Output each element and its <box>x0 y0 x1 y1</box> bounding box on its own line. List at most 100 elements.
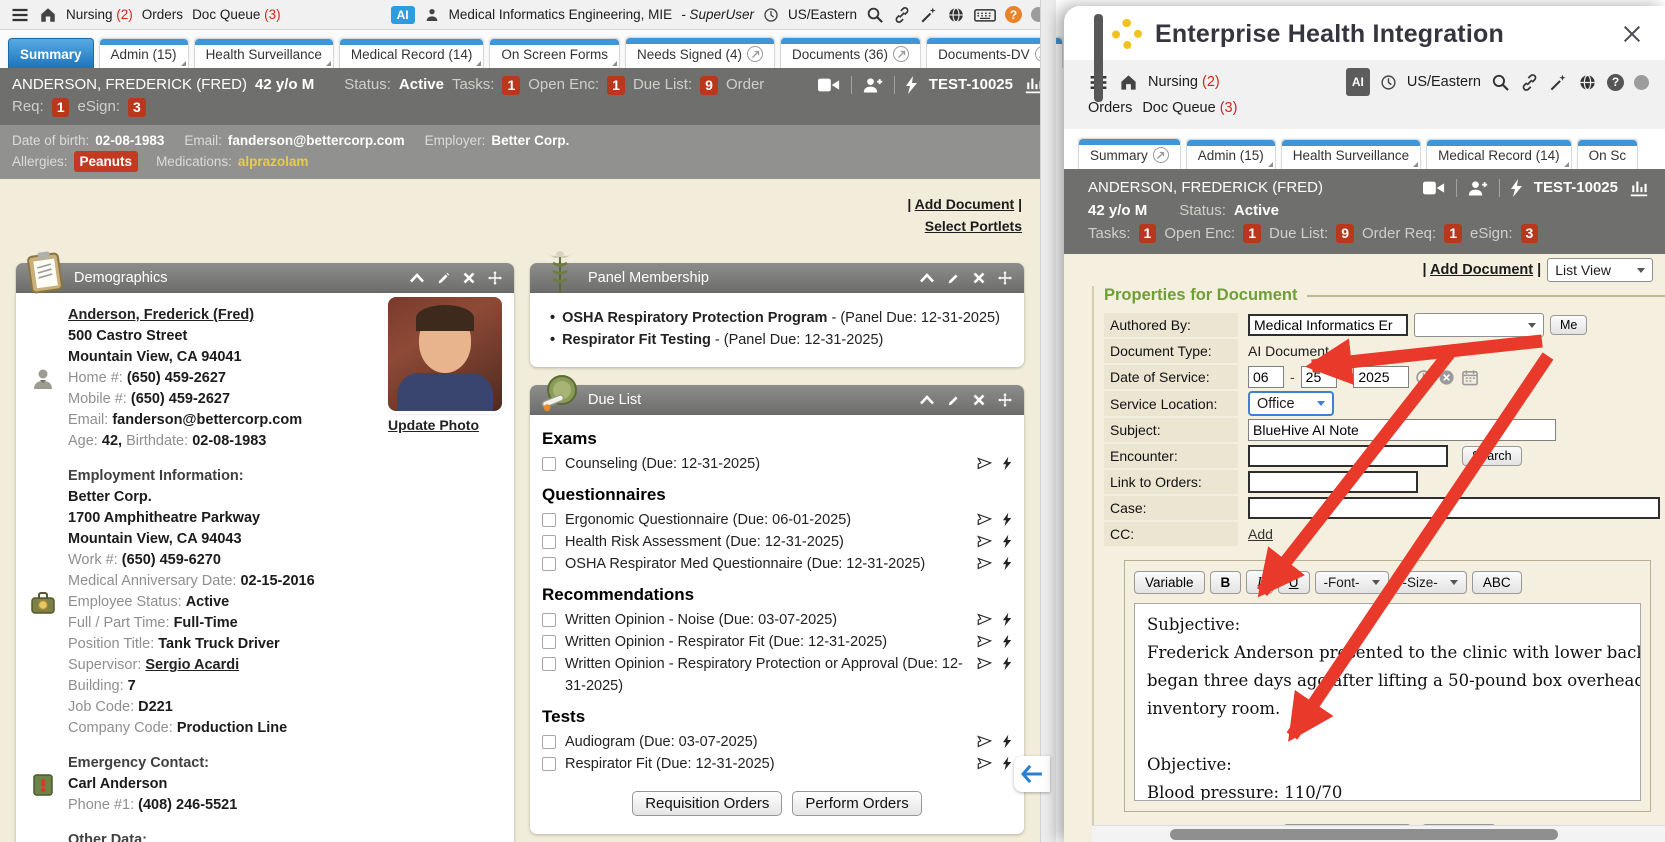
patient-record-id[interactable]: TEST-10025 <box>1534 176 1618 199</box>
collapse-icon[interactable] <box>920 273 934 283</box>
left-pane-scrollbar[interactable] <box>1040 0 1056 842</box>
perform-bolt-icon[interactable] <box>1003 456 1012 471</box>
edit-pencil-icon[interactable] <box>437 272 450 285</box>
case-input[interactable] <box>1248 497 1660 519</box>
due-checkbox[interactable] <box>542 635 556 649</box>
close-panel-icon[interactable] <box>1621 23 1643 45</box>
add-person-icon[interactable] <box>863 76 883 94</box>
edit-pencil-icon[interactable] <box>947 272 960 285</box>
tab-admin[interactable]: Admin (15) <box>99 38 189 68</box>
lightning-icon[interactable] <box>906 76 918 94</box>
send-plane-icon[interactable] <box>977 656 992 671</box>
send-plane-icon[interactable] <box>977 756 992 771</box>
popout-icon[interactable] <box>893 46 909 62</box>
esign-badge[interactable]: 3 <box>1521 224 1539 243</box>
link-icon[interactable] <box>893 6 911 24</box>
video-camera-icon[interactable] <box>818 77 840 93</box>
home-icon[interactable] <box>39 6 57 24</box>
perform-bolt-icon[interactable] <box>1003 756 1012 771</box>
font-select[interactable]: -Font- <box>1315 571 1389 594</box>
perform-bolt-icon[interactable] <box>1003 612 1012 627</box>
patient-record-id[interactable]: TEST-10025 <box>929 74 1013 96</box>
patient-name[interactable]: ANDERSON, FREDERICK (FRED) <box>1088 176 1323 199</box>
home-icon[interactable] <box>1119 73 1138 92</box>
authored-by-input[interactable] <box>1248 314 1408 336</box>
edit-pencil-icon[interactable] <box>947 394 960 407</box>
due-checkbox[interactable] <box>542 613 556 627</box>
move-icon[interactable] <box>488 271 502 285</box>
help-icon[interactable]: ? <box>1607 74 1624 91</box>
nav-nursing[interactable]: Nursing (2) <box>66 7 133 22</box>
lightning-icon[interactable] <box>1511 179 1523 197</box>
search-icon[interactable] <box>1491 73 1510 92</box>
patient-name[interactable]: ANDERSON, FREDERICK (FRED) <box>12 74 247 96</box>
dos-year-input[interactable] <box>1353 366 1409 388</box>
cc-add-link[interactable]: Add <box>1248 526 1273 542</box>
link-icon[interactable] <box>1520 73 1539 92</box>
popout-icon[interactable] <box>1153 147 1169 163</box>
view-mode-select[interactable]: List View <box>1547 258 1653 282</box>
link-to-orders-input[interactable] <box>1248 471 1418 493</box>
send-plane-icon[interactable] <box>977 556 992 571</box>
esign-badge[interactable]: 3 <box>128 98 146 117</box>
panel-horizontal-scrollbar[interactable] <box>1092 825 1665 842</box>
perform-bolt-icon[interactable] <box>1003 634 1012 649</box>
send-plane-icon[interactable] <box>977 634 992 649</box>
dos-day-input[interactable] <box>1301 366 1337 388</box>
select-portlets-link[interactable]: Select Portlets <box>16 215 1022 237</box>
move-icon[interactable] <box>998 271 1012 285</box>
panel-membership-header[interactable]: Panel Membership <box>530 263 1024 293</box>
collapse-icon[interactable] <box>920 395 934 405</box>
search-icon[interactable] <box>866 6 884 24</box>
send-plane-icon[interactable] <box>977 612 992 627</box>
collapse-panel-button[interactable] <box>1014 756 1050 792</box>
close-icon[interactable] <box>463 272 475 284</box>
service-location-select[interactable]: Office <box>1248 391 1334 416</box>
size-select[interactable]: -Size- <box>1394 571 1467 594</box>
tab-documents[interactable]: Documents (36) <box>780 37 921 68</box>
supervisor-link[interactable]: Sergio Acardi <box>145 657 239 673</box>
video-camera-icon[interactable] <box>1423 180 1445 196</box>
due-checkbox[interactable] <box>542 735 556 749</box>
keyboard-icon[interactable] <box>974 6 996 24</box>
italic-button[interactable]: I <box>1246 570 1273 594</box>
demographics-header[interactable]: Demographics <box>16 263 514 293</box>
popout-icon[interactable] <box>747 46 763 62</box>
encounter-search-button[interactable]: Search <box>1462 446 1522 466</box>
nav-orders[interactable]: Orders <box>142 7 183 22</box>
ai-badge[interactable]: AI <box>1346 68 1370 96</box>
perform-bolt-icon[interactable] <box>1003 734 1012 749</box>
order-req-badge[interactable]: 1 <box>52 98 70 117</box>
note-text-area[interactable]: Subjective: Frederick Anderson presented… <box>1134 603 1641 801</box>
due-checkbox[interactable] <box>542 457 556 471</box>
nav-doc-queue[interactable]: Doc Queue (3) <box>192 7 281 22</box>
tab-needs-signed[interactable]: Needs Signed (4) <box>625 37 775 68</box>
tab-summary[interactable]: Summary <box>8 38 94 68</box>
perform-orders-button[interactable]: Perform Orders <box>792 791 921 816</box>
medication-value[interactable]: alprazolam <box>238 151 309 172</box>
tab-summary[interactable]: Summary <box>1078 138 1181 169</box>
tab-on-screen-forms[interactable]: On Sc <box>1577 139 1639 169</box>
close-icon[interactable] <box>973 394 985 406</box>
allergy-badge[interactable]: Peanuts <box>74 151 139 172</box>
add-document-link[interactable]: | Add Document | <box>1422 262 1541 278</box>
add-document-link[interactable]: | Add Document | <box>16 193 1022 215</box>
move-icon[interactable] <box>998 393 1012 407</box>
due-list-badge[interactable]: 9 <box>700 76 718 95</box>
send-plane-icon[interactable] <box>977 456 992 471</box>
underline-button[interactable]: U <box>1278 571 1310 594</box>
authored-by-select[interactable] <box>1414 313 1544 337</box>
perform-bolt-icon[interactable] <box>1003 512 1012 527</box>
wand-icon[interactable] <box>1549 73 1568 92</box>
chart-icon[interactable] <box>1629 179 1649 197</box>
menu-icon[interactable] <box>10 5 30 25</box>
timezone[interactable]: US/Eastern <box>788 7 857 22</box>
tab-health-surveillance[interactable]: Health Surveillance <box>1281 139 1421 169</box>
tab-health-surveillance[interactable]: Health Surveillance <box>194 38 334 68</box>
tasks-count-badge[interactable]: 1 <box>1139 224 1157 243</box>
timezone[interactable]: US/Eastern <box>1407 70 1481 94</box>
send-plane-icon[interactable] <box>977 734 992 749</box>
tab-medical-record[interactable]: Medical Record (14) <box>1426 139 1572 169</box>
clear-date-icon[interactable] <box>1438 369 1455 386</box>
spellcheck-abc-button[interactable]: ABC <box>1472 571 1522 594</box>
